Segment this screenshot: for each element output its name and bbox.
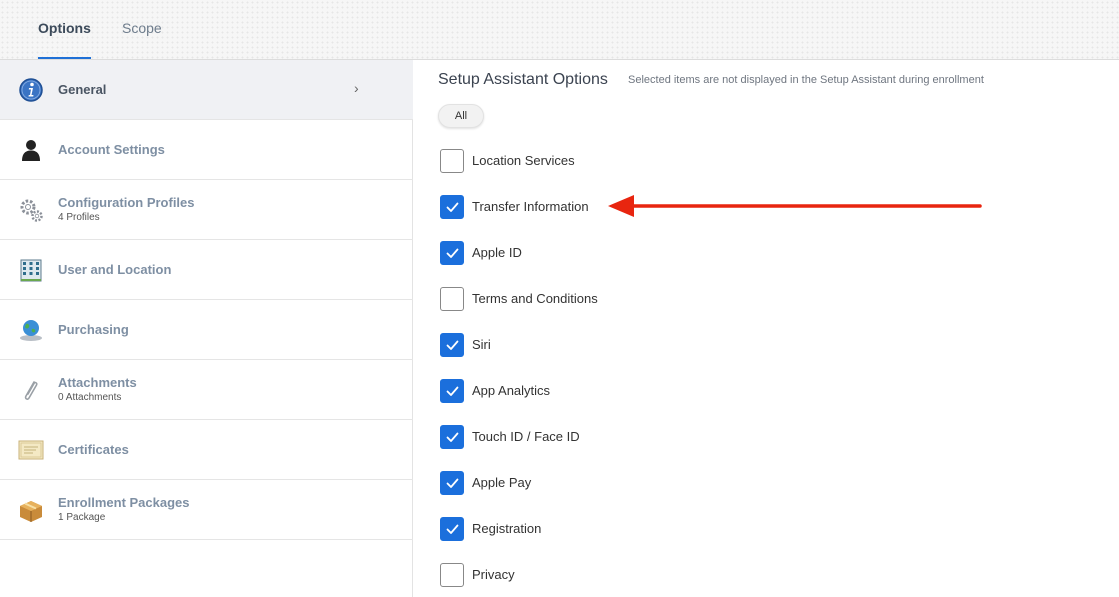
globe-icon bbox=[18, 317, 44, 343]
checkmark-icon bbox=[446, 340, 459, 350]
option-label: Privacy bbox=[472, 567, 515, 582]
sidebar-item-count: 1 Package bbox=[58, 512, 106, 523]
sidebar-item-label: Enrollment Packages bbox=[58, 495, 190, 510]
select-all-button[interactable]: All bbox=[438, 104, 484, 128]
sidebar-item-label: Attachments bbox=[58, 375, 137, 390]
gear-icon bbox=[18, 197, 44, 223]
sidebar-item-label: Configuration Profiles bbox=[58, 195, 195, 210]
option-app-analytics: App Analytics bbox=[440, 379, 740, 403]
tab-scope[interactable]: Scope bbox=[122, 0, 162, 59]
sidebar-item-certificates[interactable]: Certificates bbox=[0, 420, 413, 480]
sidebar-item-label: General bbox=[58, 82, 107, 97]
option-apple-id: Apple ID bbox=[440, 241, 740, 265]
option-location-services: Location Services bbox=[440, 149, 740, 173]
sidebar-item-count: 4 Profiles bbox=[58, 212, 100, 223]
option-touch-id-face-id: Touch ID / Face ID bbox=[440, 425, 740, 449]
tab-bar: Options Scope bbox=[0, 0, 1119, 60]
option-label: Apple Pay bbox=[472, 475, 532, 490]
checkbox-checked[interactable] bbox=[440, 517, 464, 541]
option-label: Apple ID bbox=[472, 245, 522, 260]
checkmark-icon bbox=[446, 478, 459, 488]
option-apple-pay: Apple Pay bbox=[440, 471, 740, 495]
paperclip-icon bbox=[18, 377, 44, 403]
checkbox-checked[interactable] bbox=[440, 333, 464, 357]
package-icon bbox=[18, 497, 44, 523]
checkbox-checked[interactable] bbox=[440, 425, 464, 449]
sidebar-item-label: User and Location bbox=[58, 262, 172, 277]
sidebar-item-count: 0 Attachments bbox=[58, 392, 122, 403]
checkbox-checked[interactable] bbox=[440, 379, 464, 403]
certificate-icon bbox=[18, 437, 44, 463]
chevron-right-icon: › bbox=[354, 80, 359, 96]
sidebar-item-label: Certificates bbox=[58, 442, 129, 457]
checkbox-unchecked[interactable] bbox=[440, 149, 464, 173]
option-privacy: Privacy bbox=[440, 563, 740, 587]
sidebar-item-enrollment-packages[interactable]: Enrollment Packages 1 Package bbox=[0, 480, 413, 540]
sidebar-item-user-and-location[interactable]: User and Location bbox=[0, 240, 413, 300]
option-label: App Analytics bbox=[472, 383, 551, 398]
section-note: Selected items are not displayed in the … bbox=[628, 74, 984, 86]
checkbox-checked[interactable] bbox=[440, 471, 464, 495]
sidebar-item-attachments[interactable]: Attachments 0 Attachments bbox=[0, 360, 413, 420]
option-terms-and-conditions: Terms and Conditions bbox=[440, 287, 740, 311]
sidebar-item-label: Account Settings bbox=[58, 142, 165, 157]
sidebar-item-purchasing[interactable]: Purchasing bbox=[0, 300, 413, 360]
sidebar-item-label: Purchasing bbox=[58, 322, 129, 337]
checkbox-unchecked[interactable] bbox=[440, 563, 464, 587]
option-registration: Registration bbox=[440, 517, 740, 541]
option-label: Terms and Conditions bbox=[472, 291, 598, 306]
checkbox-unchecked[interactable] bbox=[440, 287, 464, 311]
sidebar-item-configuration-profiles[interactable]: Configuration Profiles 4 Profiles bbox=[0, 180, 413, 240]
option-label: Transfer Information bbox=[472, 199, 589, 214]
checkmark-icon bbox=[446, 432, 459, 442]
option-siri: Siri bbox=[440, 333, 740, 357]
option-label: Touch ID / Face ID bbox=[472, 429, 580, 444]
tab-options[interactable]: Options bbox=[38, 0, 91, 59]
option-label: Siri bbox=[472, 337, 491, 352]
sidebar-item-general[interactable]: General › bbox=[0, 60, 413, 120]
sidebar-item-account-settings[interactable]: Account Settings bbox=[0, 120, 413, 180]
sidebar: General › Account Settings Configuration… bbox=[0, 60, 413, 597]
building-icon bbox=[18, 257, 44, 283]
checkbox-checked[interactable] bbox=[440, 241, 464, 265]
option-label: Registration bbox=[472, 521, 542, 536]
setup-assistant-panel: Setup Assistant Options Selected items a… bbox=[414, 60, 1119, 597]
section-title: Setup Assistant Options bbox=[438, 71, 608, 88]
checkmark-icon bbox=[446, 248, 459, 258]
annotation-arrow-icon bbox=[608, 195, 982, 217]
checkmark-icon bbox=[446, 524, 459, 534]
checkmark-icon bbox=[446, 202, 459, 212]
option-label: Location Services bbox=[472, 153, 575, 168]
checkbox-checked[interactable] bbox=[440, 195, 464, 219]
user-icon bbox=[18, 137, 44, 163]
checkmark-icon bbox=[446, 386, 459, 396]
info-icon bbox=[18, 77, 44, 103]
